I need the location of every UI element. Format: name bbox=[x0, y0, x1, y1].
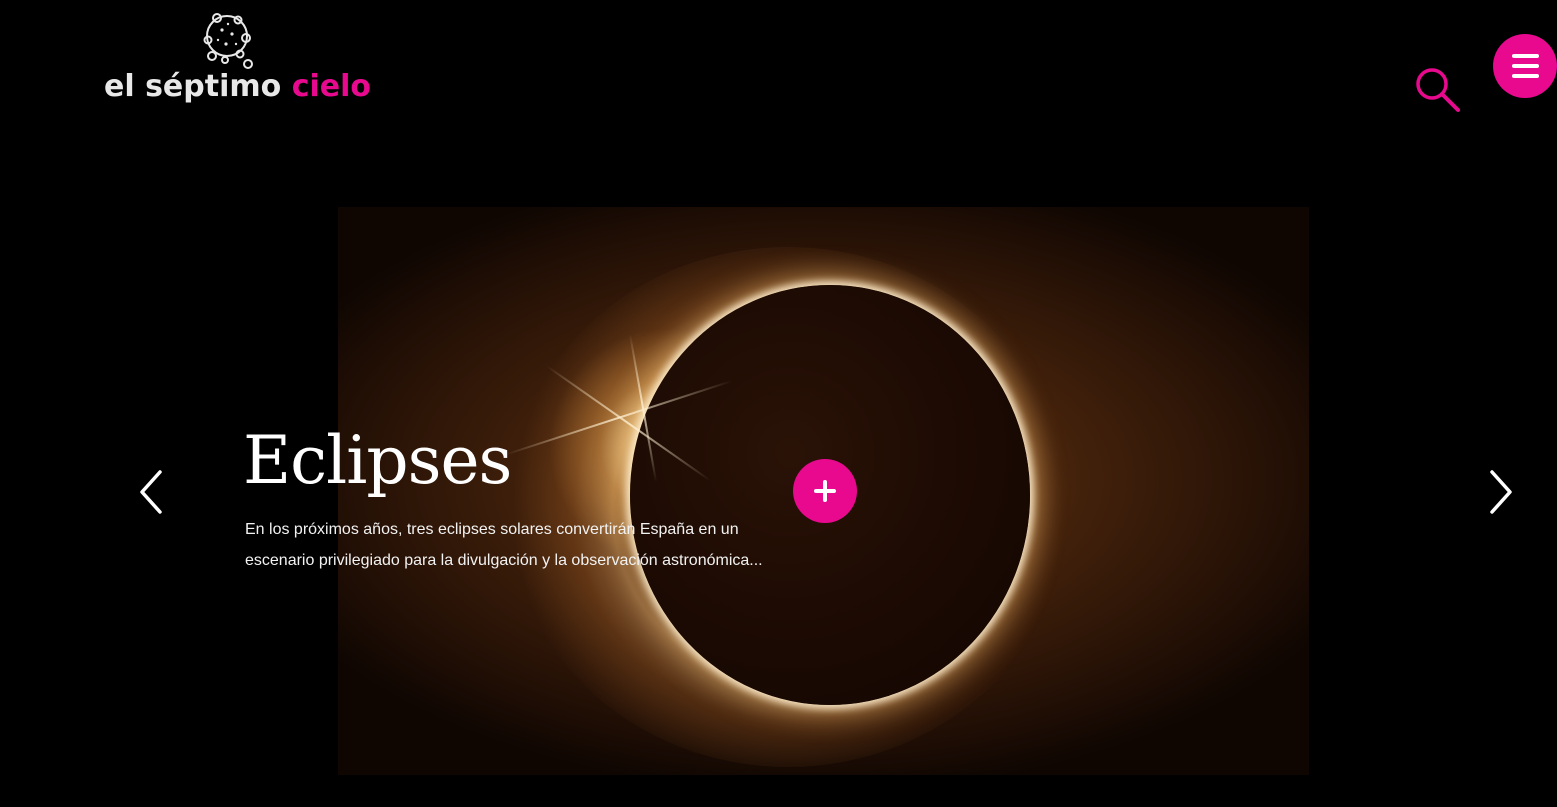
logo-word-el-septimo: el séptimo bbox=[104, 69, 282, 104]
constellation-logo-icon bbox=[203, 13, 253, 69]
slider-prev-button[interactable] bbox=[132, 468, 172, 516]
slider-next-button[interactable] bbox=[1480, 468, 1520, 516]
chevron-left-icon bbox=[140, 470, 162, 514]
read-more-button[interactable] bbox=[793, 459, 857, 523]
logo-word-cielo: cielo bbox=[291, 69, 372, 104]
menu-button[interactable] bbox=[1493, 34, 1557, 98]
chevron-right-icon bbox=[1490, 470, 1512, 514]
site-logo[interactable]: el séptimo cielo bbox=[104, 10, 371, 110]
search-icon bbox=[1416, 68, 1460, 112]
logo-wordmark: el séptimo cielo bbox=[104, 68, 371, 106]
slide-description: En los próximos años, tres eclipses sola… bbox=[245, 521, 763, 569]
search-button[interactable] bbox=[1412, 66, 1464, 118]
slide-title: Eclipses bbox=[243, 422, 512, 499]
